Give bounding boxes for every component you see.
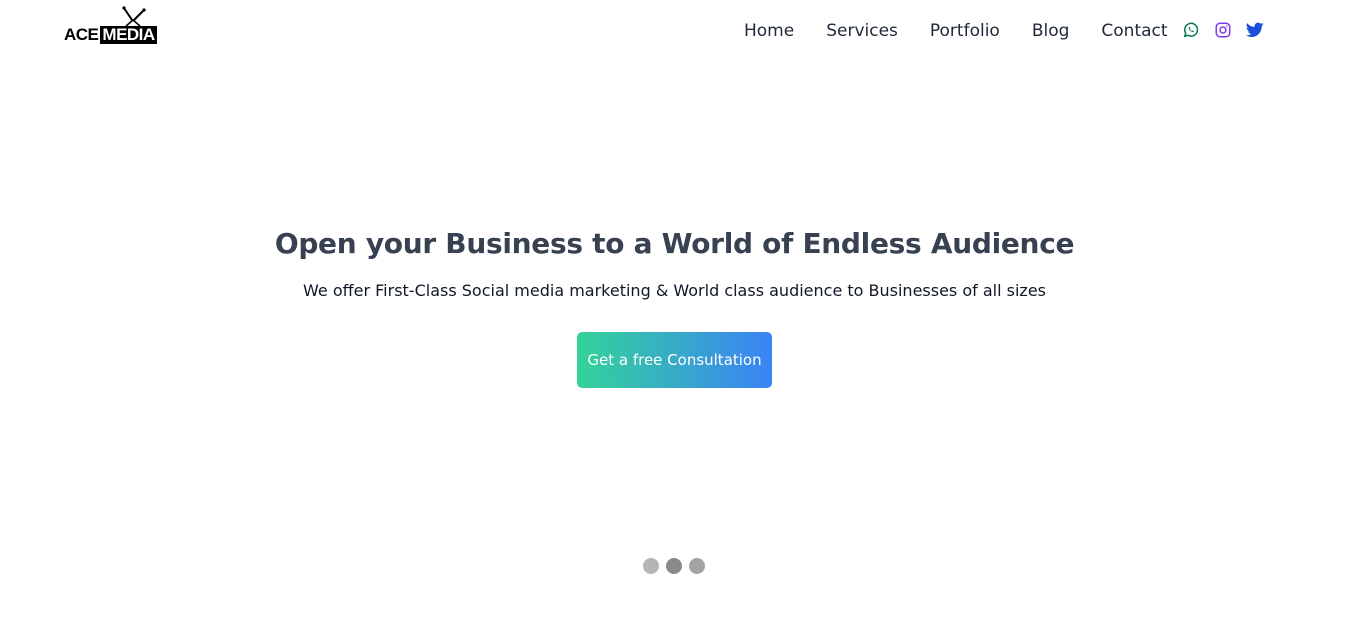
nav-portfolio[interactable]: Portfolio: [930, 19, 1000, 43]
nav-contact[interactable]: Contact: [1101, 19, 1167, 43]
carousel-dot-1[interactable]: [643, 558, 659, 574]
brand-wordmark: ACE MEDIA: [64, 25, 157, 45]
carousel-indicators: [643, 558, 705, 574]
carousel-dot-3[interactable]: [689, 558, 705, 574]
nav-home[interactable]: Home: [744, 19, 794, 43]
free-consultation-button[interactable]: Get a free Consultation: [577, 332, 772, 388]
nav-services[interactable]: Services: [826, 19, 898, 43]
main-nav: Home Services Portfolio Blog Contact: [744, 19, 1168, 43]
brand-ace: ACE: [64, 25, 99, 44]
hero-subtitle: We offer First-Class Social media market…: [303, 281, 1046, 300]
twitter-icon[interactable]: [1245, 20, 1265, 40]
brand-media: MEDIA: [100, 25, 157, 44]
carousel-dot-2[interactable]: [666, 558, 682, 574]
nav-blog[interactable]: Blog: [1032, 19, 1070, 43]
site-header: ACE MEDIA Home Services Portfolio Blog Co…: [0, 0, 1349, 62]
instagram-icon[interactable]: [1213, 20, 1233, 40]
hero-title: Open your Business to a World of Endless…: [274, 227, 1075, 260]
whatsapp-icon[interactable]: [1181, 20, 1201, 40]
brand-logo[interactable]: ACE MEDIA: [62, 6, 157, 46]
hero-section: Open your Business to a World of Endless…: [0, 225, 1349, 303]
social-links: [1181, 20, 1265, 40]
